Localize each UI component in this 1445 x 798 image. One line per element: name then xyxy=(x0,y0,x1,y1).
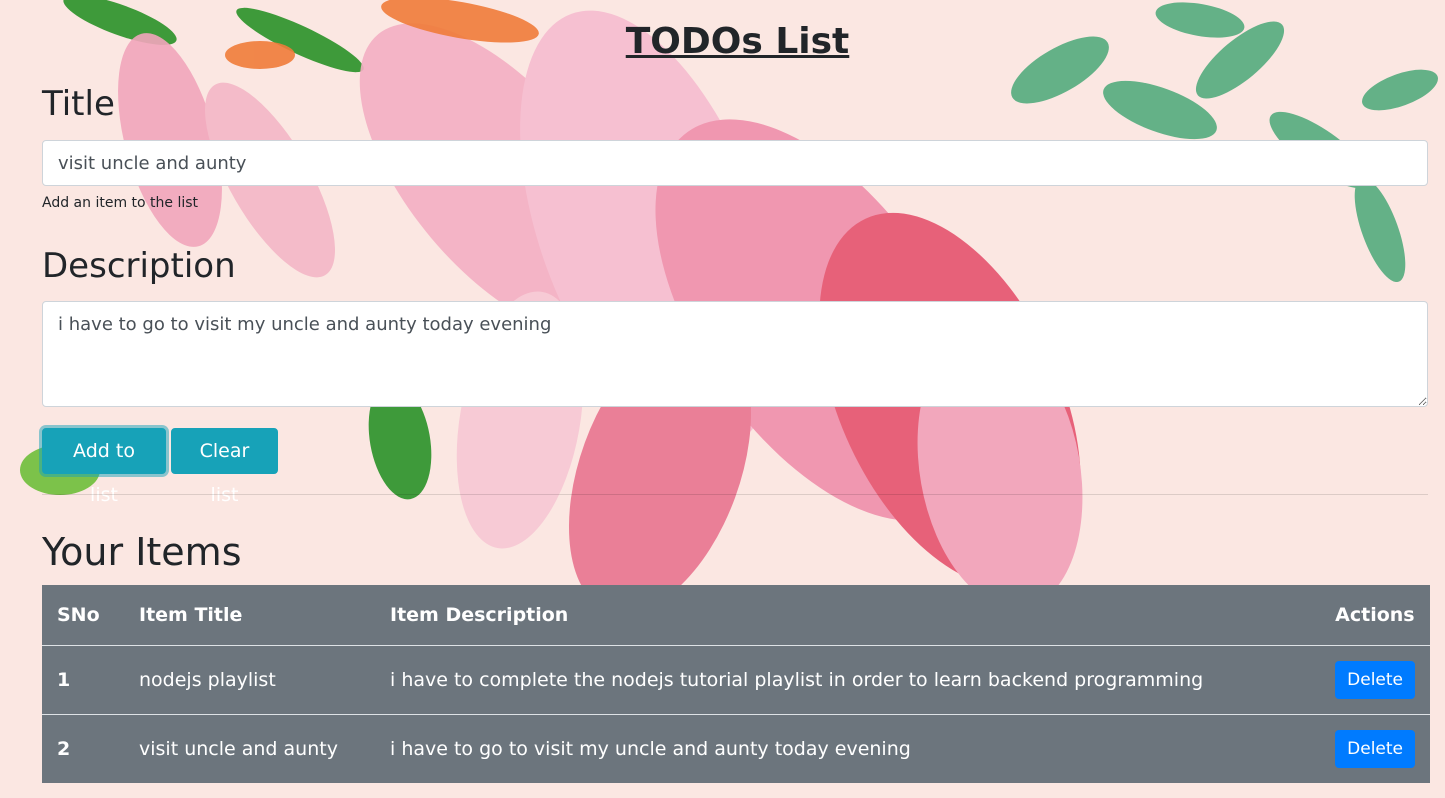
description-label: Description xyxy=(42,246,236,286)
items-table: SNo Item Title Item Description Actions … xyxy=(42,585,1430,783)
column-header-actions: Actions xyxy=(1335,604,1415,626)
delete-button[interactable]: Delete xyxy=(1335,661,1415,699)
row-title: visit uncle and aunty xyxy=(124,714,375,783)
row-description: i have to complete the nodejs tutorial p… xyxy=(375,645,1321,715)
title-input[interactable] xyxy=(42,140,1428,186)
description-textarea[interactable]: i have to go to visit my uncle and aunty… xyxy=(42,301,1428,407)
column-header-description: Item Description xyxy=(390,604,569,626)
title-label: Title xyxy=(42,84,115,124)
table-header-row: SNo Item Title Item Description Actions xyxy=(42,585,1430,646)
delete-button[interactable]: Delete xyxy=(1335,730,1415,768)
row-actions: Delete xyxy=(1320,714,1430,783)
table-row: 2 visit uncle and aunty i have to go to … xyxy=(42,714,1430,783)
row-description: i have to go to visit my uncle and aunty… xyxy=(375,714,1321,783)
items-heading: Your Items xyxy=(42,530,242,574)
page-title: TODOs List xyxy=(625,21,850,62)
title-help-text: Add an item to the list xyxy=(42,195,199,211)
column-header-title: Item Title xyxy=(139,604,243,626)
row-actions: Delete xyxy=(1320,645,1430,715)
row-sno: 2 xyxy=(42,714,124,783)
divider xyxy=(42,494,1428,495)
add-to-list-button[interactable]: Add to list xyxy=(42,428,166,506)
row-sno: 1 xyxy=(42,645,124,715)
table-row: 1 nodejs playlist i have to complete the… xyxy=(42,645,1430,715)
row-title: nodejs playlist xyxy=(124,645,375,715)
column-header-sno: SNo xyxy=(57,604,100,626)
clear-list-button[interactable]: Clear list xyxy=(171,428,278,506)
